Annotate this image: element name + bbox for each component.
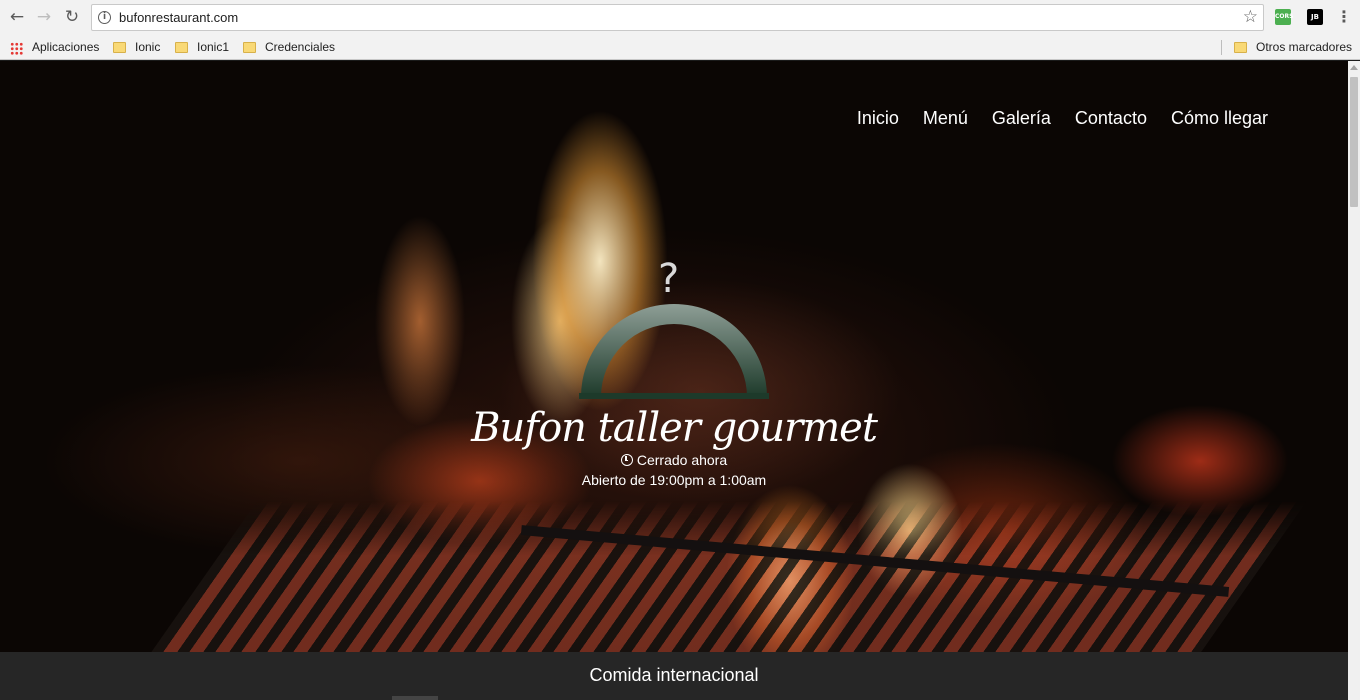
reload-icon[interactable]: ↻ bbox=[62, 7, 82, 27]
folder-icon bbox=[175, 42, 188, 53]
cuisine-label: Comida internacional bbox=[589, 665, 759, 685]
bookmark-label: Otros marcadores bbox=[1256, 40, 1353, 54]
status-text: Cerrado ahora bbox=[636, 452, 728, 468]
scrollbar-thumb[interactable] bbox=[1350, 77, 1358, 207]
jb-extension-icon[interactable]: JB bbox=[1307, 9, 1323, 25]
folder-icon bbox=[1234, 42, 1247, 53]
cuisine-strip: Comida internacional bbox=[0, 652, 1348, 700]
bookmark-label: Credenciales bbox=[265, 40, 336, 54]
browser-menu-icon[interactable]: ⋮ bbox=[1336, 7, 1352, 27]
hero-section: ? Bufon taller gourmet Cerrado ahora Abi… bbox=[0, 61, 1348, 651]
bookmark-aplicaciones[interactable]: Aplicaciones bbox=[10, 39, 110, 56]
scroll-up-arrow-icon[interactable] bbox=[1350, 65, 1358, 70]
bookmarks-bar: Aplicaciones Ionic Ionic1 Credenciales O… bbox=[0, 35, 1360, 60]
folder-icon bbox=[243, 42, 256, 53]
folder-icon bbox=[113, 42, 126, 53]
apps-grid-icon bbox=[10, 42, 23, 55]
strip-tab-indicator bbox=[392, 696, 438, 700]
page-scrollbar[interactable] bbox=[1348, 61, 1360, 700]
bookmark-label: Ionic1 bbox=[197, 40, 230, 54]
restaurant-name-heading: Bufon taller gourmet bbox=[471, 405, 878, 451]
cors-extension-icon[interactable]: CORS bbox=[1275, 9, 1293, 25]
bookmark-ionic[interactable]: Ionic bbox=[113, 39, 173, 56]
bookmark-label: Aplicaciones bbox=[32, 40, 100, 54]
bookmark-otros-marcadores[interactable]: Otros marcadores bbox=[1234, 39, 1352, 56]
browser-toolbar: ← → ↻ i bufonrestaurant.com ☆ CORS JB ⋮ bbox=[0, 0, 1360, 35]
opening-status: Cerrado ahora bbox=[0, 452, 1348, 468]
cloche-logo-icon bbox=[579, 304, 769, 399]
address-bar[interactable]: i bufonrestaurant.com ☆ bbox=[91, 4, 1264, 31]
bookmark-credenciales[interactable]: Credenciales bbox=[243, 39, 343, 56]
address-bar-url[interactable]: bufonrestaurant.com bbox=[119, 10, 238, 25]
forward-arrow-icon[interactable]: → bbox=[34, 7, 54, 27]
bookmark-label: Ionic bbox=[135, 40, 161, 54]
back-arrow-icon[interactable]: ← bbox=[7, 7, 27, 27]
bookmarks-separator bbox=[1221, 40, 1222, 55]
bookmark-ionic1[interactable]: Ionic1 bbox=[175, 39, 235, 56]
opening-hours: Abierto de 19:00pm a 1:00am bbox=[581, 472, 767, 488]
logo-question-mark: ? bbox=[658, 256, 680, 302]
web-page: Inicio Menú Galería Contacto Cómo llegar… bbox=[0, 61, 1348, 700]
bookmark-star-icon[interactable]: ☆ bbox=[1243, 7, 1258, 27]
clock-icon bbox=[620, 454, 633, 466]
site-info-icon[interactable]: i bbox=[98, 11, 111, 24]
